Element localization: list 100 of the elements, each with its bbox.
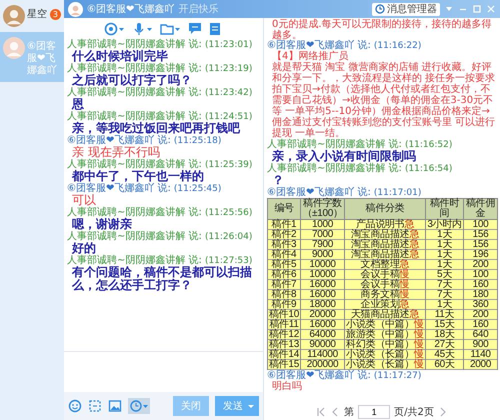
table-cell: 稿件7 xyxy=(268,280,300,290)
table-cell: 45天 xyxy=(426,350,464,360)
table-cell: 小说类（长篇） xyxy=(346,359,414,370)
page-total: 页/共2页 xyxy=(394,406,434,419)
sender-name: 人事部诚聘~阴阴娜鑫讲解 说: xyxy=(267,140,402,150)
table-cell: 196 xyxy=(464,250,498,260)
document-icon[interactable] xyxy=(208,22,222,36)
table-cell: 3小时内 xyxy=(426,220,464,230)
message-time: (11:16:22) xyxy=(374,41,422,51)
contact-item[interactable]: 星空 3 xyxy=(0,0,64,32)
first-page-icon[interactable] xyxy=(316,407,326,417)
message-text: 就是帮天猫 淘宝 微营商家的店铺 进行收藏。好评和分享一下。，大致流程是这样的 接任务一按要求拍下宝贝→付款（选择他人代付或者红包支付，不需要自己花钱）→收佣金（每单的佣金在3-30元不等 一单平均5--10分钟）佣金根据商品价格来定→佣金通过支付宝转账到您的支付宝账号里 可以进行提现 一单一结。 xyxy=(271,62,496,139)
column-header: 稿件字数（±100） xyxy=(300,198,344,220)
message-text: 恩 xyxy=(70,98,84,111)
table-cell: 64000 xyxy=(300,330,344,340)
message-text: 可以 xyxy=(71,194,96,207)
table-cell: 商务文稿 xyxy=(360,289,400,300)
urgency-tag: 慢 xyxy=(400,289,410,300)
table-cell: 27天 xyxy=(426,340,464,350)
message-time: (11:23:01) xyxy=(204,40,252,50)
table-cell: 稿件11 xyxy=(268,320,300,330)
sender-name: 人事部诚聘~阴阴娜鑫讲解 说: xyxy=(67,232,202,242)
message-time: (11:17:27) xyxy=(374,371,422,381)
table-cell: 稿件8 xyxy=(268,290,300,300)
sender-name: 人事部诚聘~阴阴娜鑫讲解 说: xyxy=(67,64,202,74)
sender-name: 人事部诚聘~阴阴娜鑫讲解 说: xyxy=(67,112,202,122)
table-cell: 稿件13 xyxy=(268,340,300,350)
history-icon[interactable] xyxy=(128,398,150,414)
urgency-tag: 慢 xyxy=(414,349,424,360)
column-header: 稿件时间 xyxy=(426,198,464,220)
page-label: 第 xyxy=(344,406,354,419)
table-cell: 16000 xyxy=(300,290,344,300)
image-icon[interactable] xyxy=(108,399,122,413)
urgency-tag: 慢 xyxy=(414,319,424,330)
table-cell: 156 xyxy=(464,230,498,240)
table-cell: 1天 xyxy=(426,240,464,250)
folder-icon[interactable] xyxy=(160,22,182,36)
sender-name: ⑥团客服❤飞娜鑫吖 说: xyxy=(67,136,171,146)
screenshot-icon[interactable] xyxy=(88,399,102,413)
table-cell: 16000 xyxy=(300,320,344,330)
table-cell: 200000 xyxy=(300,360,344,370)
message-text: 什么时候培训完毕 xyxy=(70,50,168,63)
window-title: ⑥团客服❤飞娜鑫吖 xyxy=(87,2,174,16)
table-cell: 天猫商品描述 xyxy=(351,309,410,320)
urgency-tag: 慢 xyxy=(400,279,410,290)
table-cell: 114000 xyxy=(300,350,344,360)
table-cell: 7900 xyxy=(300,240,344,250)
sender-name: 人事部诚聘~阴阴娜鑫讲解 说: xyxy=(67,160,202,170)
table-cell: 会议手稿 xyxy=(360,269,400,280)
urgency-tag: 急 xyxy=(400,259,410,270)
table-cell: 160 xyxy=(464,280,498,290)
page-number-field[interactable]: 1 xyxy=(358,405,390,419)
sender-name: 人事部诚聘~阴阴娜鑫讲解 说: xyxy=(67,40,202,50)
message-text: 0元的提成.每天可以无限制的接待，接待的越多得越多。 xyxy=(272,19,493,41)
sender-name: ⑥团客服❤飞娜鑫吖 说: xyxy=(267,188,371,198)
table-cell: 7000 xyxy=(300,230,344,240)
table-cell: 稿件12 xyxy=(268,330,300,340)
table-cell: 稿件14 xyxy=(268,350,300,360)
message-time: (11:25:56) xyxy=(204,208,252,218)
clock-icon xyxy=(375,4,385,14)
table-cell: 企业策划 xyxy=(360,299,400,310)
sender-name: ⑥团客服❤飞娜鑫吖 说: xyxy=(267,371,371,381)
table-cell: 稿件1 xyxy=(268,220,300,230)
table-cell: 9000 xyxy=(300,250,344,260)
urgency-tag: 慢 xyxy=(414,359,424,370)
table-cell: 淘宝商品描述 xyxy=(351,249,410,260)
chat-bubble-icon[interactable] xyxy=(188,22,202,36)
close-icon[interactable] xyxy=(486,4,496,14)
table-cell: 60天 xyxy=(426,360,464,370)
next-page-icon[interactable] xyxy=(438,407,448,417)
caret-icon[interactable] xyxy=(247,402,255,410)
previous-page-icon[interactable] xyxy=(330,407,340,417)
table-cell: 旅游类（中篇） xyxy=(346,329,414,340)
table-cell: 1天 xyxy=(426,250,464,260)
maximize-icon[interactable] xyxy=(472,4,482,14)
table-cell: 20000 xyxy=(300,310,344,320)
message-text: ？ xyxy=(271,174,285,187)
contact-name: ⑥团客服❤飞娜鑫吖 xyxy=(27,41,58,77)
table-cell: 小说类（中篇） xyxy=(346,319,414,330)
message-time: (11:16:54) xyxy=(404,164,452,174)
message-manager-button[interactable]: 消息管理器 xyxy=(372,2,440,16)
message-text: 明白吗 xyxy=(271,381,303,392)
table-cell: 1天 xyxy=(426,260,464,270)
table-cell: 15天 xyxy=(426,320,464,330)
message-time: (11:25:18) xyxy=(174,136,222,146)
table-cell: 稿件15 xyxy=(268,360,300,370)
status-text: 开启快乐 xyxy=(178,2,218,16)
message-text: 好的 xyxy=(70,242,96,255)
table-cell: 产品说明书 xyxy=(356,219,404,230)
microphone-icon[interactable] xyxy=(132,22,154,36)
urgency-tag: 急 xyxy=(409,249,419,260)
table-cell: 18000 xyxy=(300,300,344,310)
smiley-icon[interactable] xyxy=(68,399,82,413)
urgency-tag: 慢 xyxy=(414,329,424,340)
message-text: 【4】网络推广员 xyxy=(271,51,350,62)
urgency-tag: 急 xyxy=(404,219,414,230)
table-cell: 10000 xyxy=(300,270,344,280)
message-text: 亲，录入小说有时间限制吗 xyxy=(271,150,417,163)
urgency-tag: 慢 xyxy=(414,339,424,350)
message-text: 亲 现在弄不行吗 xyxy=(71,146,160,159)
